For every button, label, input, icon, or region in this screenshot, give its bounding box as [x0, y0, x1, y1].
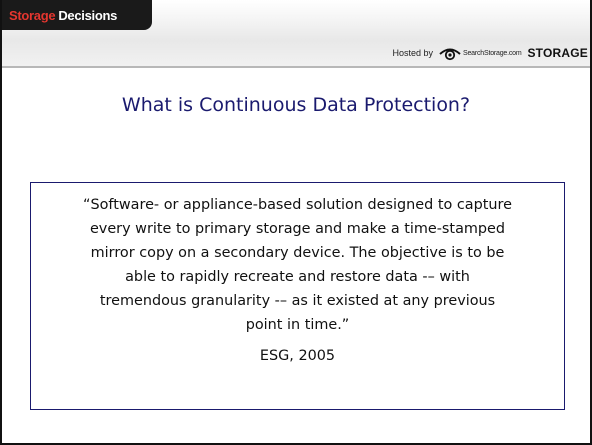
- header-divider: [2, 66, 590, 68]
- eye-icon: [439, 45, 461, 61]
- slide-title: What is Continuous Data Protection?: [121, 94, 471, 116]
- searchstorage-label: SearchStorage.com: [463, 49, 522, 57]
- slide: Storage Decisions Hosted by SearchStorag…: [0, 0, 592, 445]
- quote-attribution: ESG, 2005: [259, 348, 336, 364]
- storage-decisions-logo: Storage Decisions: [2, 0, 152, 30]
- hosted-by-label: Hosted by: [392, 48, 433, 58]
- logo-word-decisions: Decisions: [58, 7, 118, 23]
- quote-box: “Software- or appliance-based solution d…: [30, 182, 565, 410]
- storage-brand-label: STORAGE: [527, 46, 588, 60]
- hosted-by-banner: Hosted by SearchStorage.com STORAGE: [392, 43, 588, 63]
- logo-word-storage: Storage: [9, 7, 56, 23]
- cdp-definition-quote: “Software- or appliance-based solution d…: [83, 197, 512, 333]
